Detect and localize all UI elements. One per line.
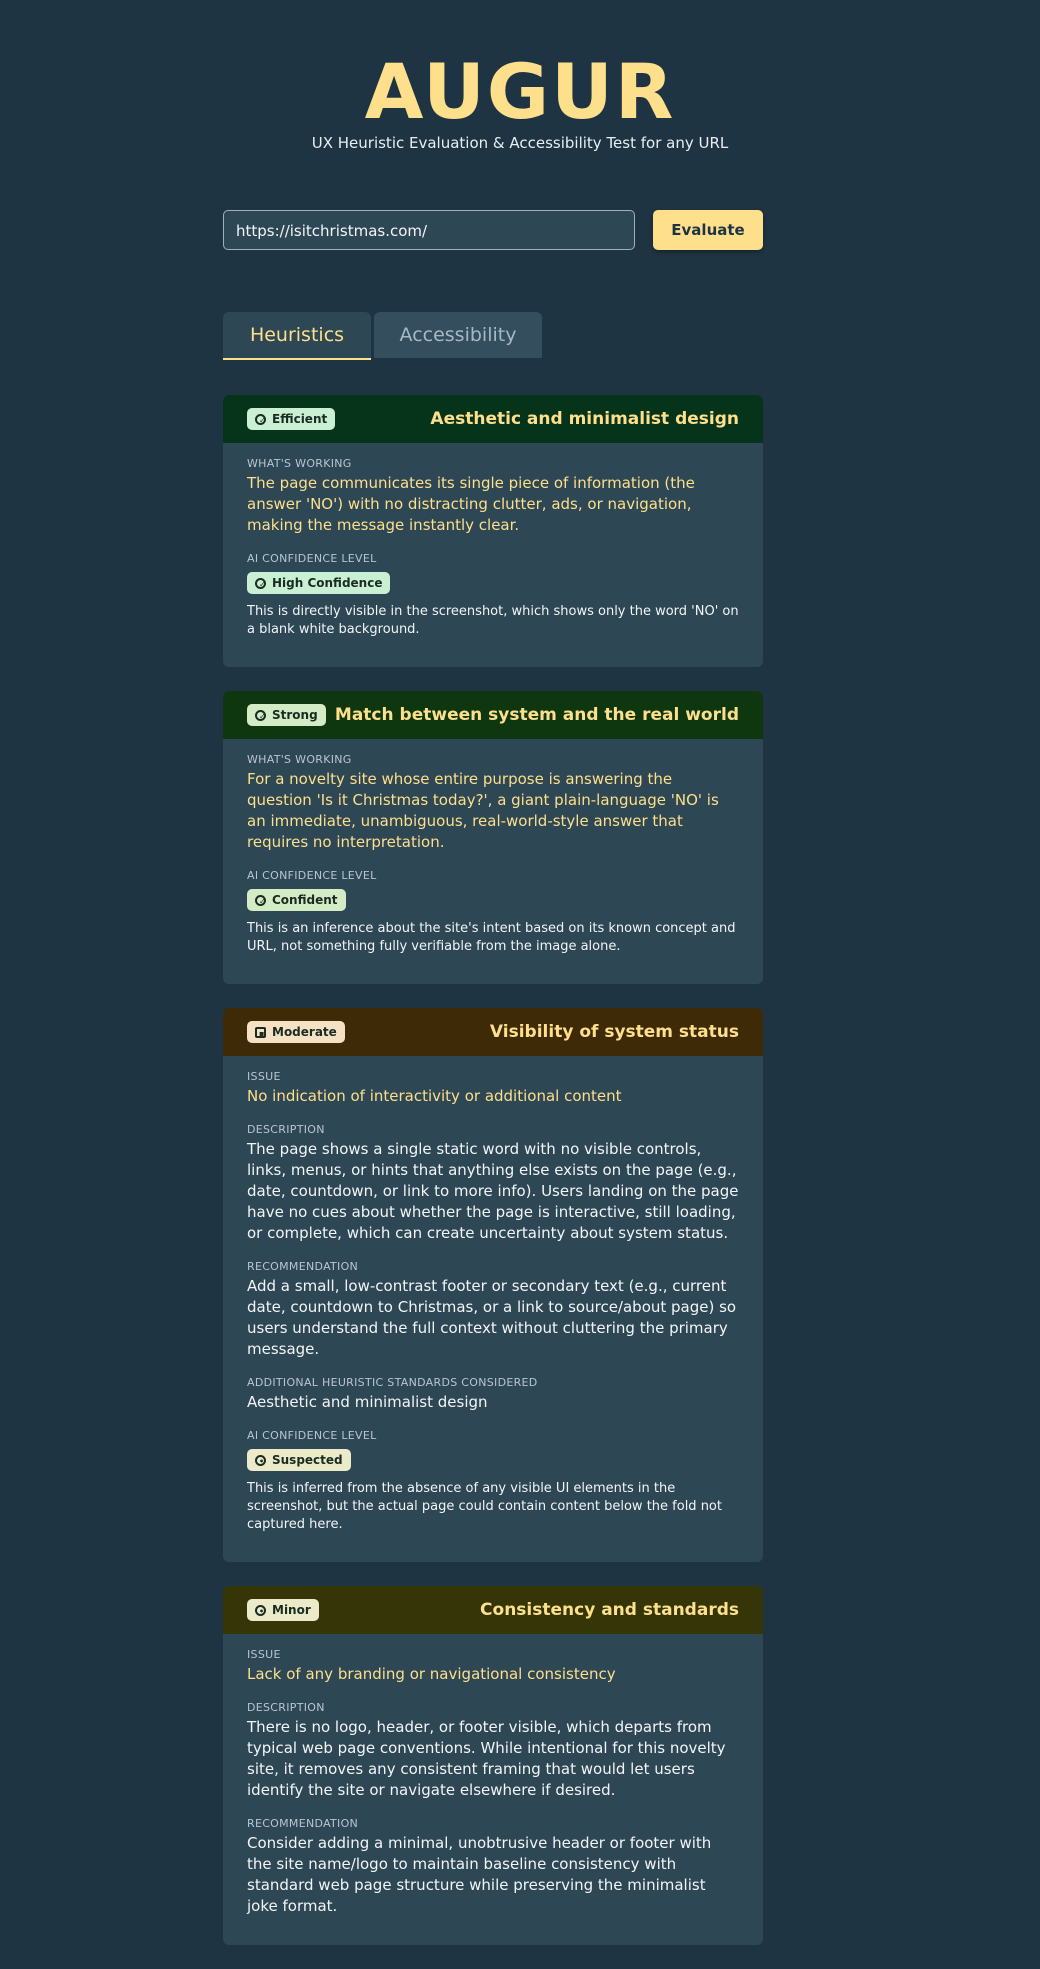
confidence-value: High Confidence xyxy=(272,576,383,590)
confidence-note: This is inferred from the absence of any… xyxy=(247,1481,722,1532)
whats-working-label: WHAT'S WORKING xyxy=(247,457,352,470)
severity-badge: • Minor xyxy=(247,1599,319,1621)
issue-text: Lack of any branding or navigational con… xyxy=(247,1665,616,1683)
confidence-badge: ✓ High Confidence xyxy=(247,572,391,594)
confidence-badge: ✓ Confident xyxy=(247,889,346,911)
tab-accessibility[interactable]: Accessibility xyxy=(374,312,542,358)
app-header: AUGUR UX Heuristic Evaluation & Accessib… xyxy=(0,0,1040,153)
description-label: DESCRIPTION xyxy=(247,1701,325,1714)
card-title: Visibility of system status xyxy=(489,1022,739,1042)
check-circle-icon: ✓ xyxy=(255,577,266,589)
app-subtitle: UX Heuristic Evaluation & Accessibility … xyxy=(311,134,729,152)
evaluate-button[interactable]: Evaluate xyxy=(653,210,763,250)
confidence-label: AI CONFIDENCE LEVEL xyxy=(247,1429,377,1442)
check-circle-icon: ✓ xyxy=(255,709,266,721)
card-body: ISSUE Lack of any branding or navigation… xyxy=(223,1634,763,1945)
issue-label: ISSUE xyxy=(247,1648,281,1661)
severity-label: Strong xyxy=(272,708,318,722)
app-logo: AUGUR xyxy=(364,47,676,136)
severity-label: Minor xyxy=(272,1603,311,1617)
dot-circle-icon: • xyxy=(255,1604,266,1616)
confidence-badge: • Suspected xyxy=(247,1449,351,1471)
square-dot-icon: ▪ xyxy=(255,1026,266,1038)
description-label: DESCRIPTION xyxy=(247,1123,325,1136)
url-form: https://isitchristmas.com/ Evaluate xyxy=(223,210,763,252)
card-body: WHAT'S WORKING For a novelty site whose … xyxy=(223,739,763,984)
whats-working-text: For a novelty site whose entire purpose … xyxy=(247,770,719,851)
confidence-label: AI CONFIDENCE LEVEL xyxy=(247,552,377,565)
issue-label: ISSUE xyxy=(247,1070,281,1083)
dot-circle-icon: • xyxy=(255,1454,266,1466)
description-text: The page shows a single static word with… xyxy=(247,1140,739,1242)
card-title: Aesthetic and minimalist design xyxy=(430,409,739,429)
whats-working-label: WHAT'S WORKING xyxy=(247,753,352,766)
heuristic-card: • Minor Consistency and standards ISSUE … xyxy=(223,1586,763,1945)
card-body: ISSUE No indication of interactivity or … xyxy=(223,1056,763,1562)
heuristic-card: ✓ Efficient Aesthetic and minimalist des… xyxy=(223,395,763,667)
check-circle-icon: ✓ xyxy=(255,894,266,906)
severity-badge: ✓ Efficient xyxy=(247,408,336,430)
card-title: Match between system and the real world xyxy=(334,705,739,725)
additional-heuristics-text: Aesthetic and minimalist design xyxy=(247,1393,488,1411)
tab-heuristics[interactable]: Heuristics xyxy=(223,312,371,360)
recommendation-label: RECOMMENDATION xyxy=(247,1260,359,1273)
additional-heuristics-label: ADDITIONAL HEURISTIC STANDARDS CONSIDERE… xyxy=(247,1376,538,1389)
severity-badge: ✓ Strong xyxy=(247,704,326,726)
card-header: • Minor Consistency and standards xyxy=(223,1586,763,1634)
check-circle-icon: ✓ xyxy=(255,413,266,425)
whats-working-text: The page communicates its single piece o… xyxy=(247,474,695,534)
heuristic-cards: ✓ Efficient Aesthetic and minimalist des… xyxy=(223,395,763,1969)
confidence-note: This is directly visible in the screensh… xyxy=(247,604,739,637)
confidence-value: Confident xyxy=(272,893,338,907)
confidence-label: AI CONFIDENCE LEVEL xyxy=(247,869,377,882)
card-header: ✓ Efficient Aesthetic and minimalist des… xyxy=(223,395,763,443)
heuristic-card: ✓ Strong Match between system and the re… xyxy=(223,691,763,984)
card-body: WHAT'S WORKING The page communicates its… xyxy=(223,443,763,667)
confidence-note: This is an inference about the site's in… xyxy=(247,921,736,954)
card-header: ▪ Moderate Visibility of system status xyxy=(223,1008,763,1056)
confidence-value: Suspected xyxy=(272,1453,343,1467)
severity-badge: ▪ Moderate xyxy=(247,1021,345,1043)
heuristic-card: ▪ Moderate Visibility of system status I… xyxy=(223,1008,763,1562)
recommendation-label: RECOMMENDATION xyxy=(247,1817,359,1830)
recommendation-text: Add a small, low-contrast footer or seco… xyxy=(247,1277,737,1358)
severity-label: Moderate xyxy=(272,1025,337,1039)
description-text: There is no logo, header, or footer visi… xyxy=(247,1718,726,1799)
recommendation-text: Consider adding a minimal, unobtrusive h… xyxy=(247,1834,712,1915)
severity-label: Efficient xyxy=(272,412,328,426)
url-input[interactable]: https://isitchristmas.com/ xyxy=(223,210,635,250)
card-header: ✓ Strong Match between system and the re… xyxy=(223,691,763,739)
issue-text: No indication of interactivity or additi… xyxy=(247,1087,622,1105)
card-title: Consistency and standards xyxy=(480,1600,739,1620)
